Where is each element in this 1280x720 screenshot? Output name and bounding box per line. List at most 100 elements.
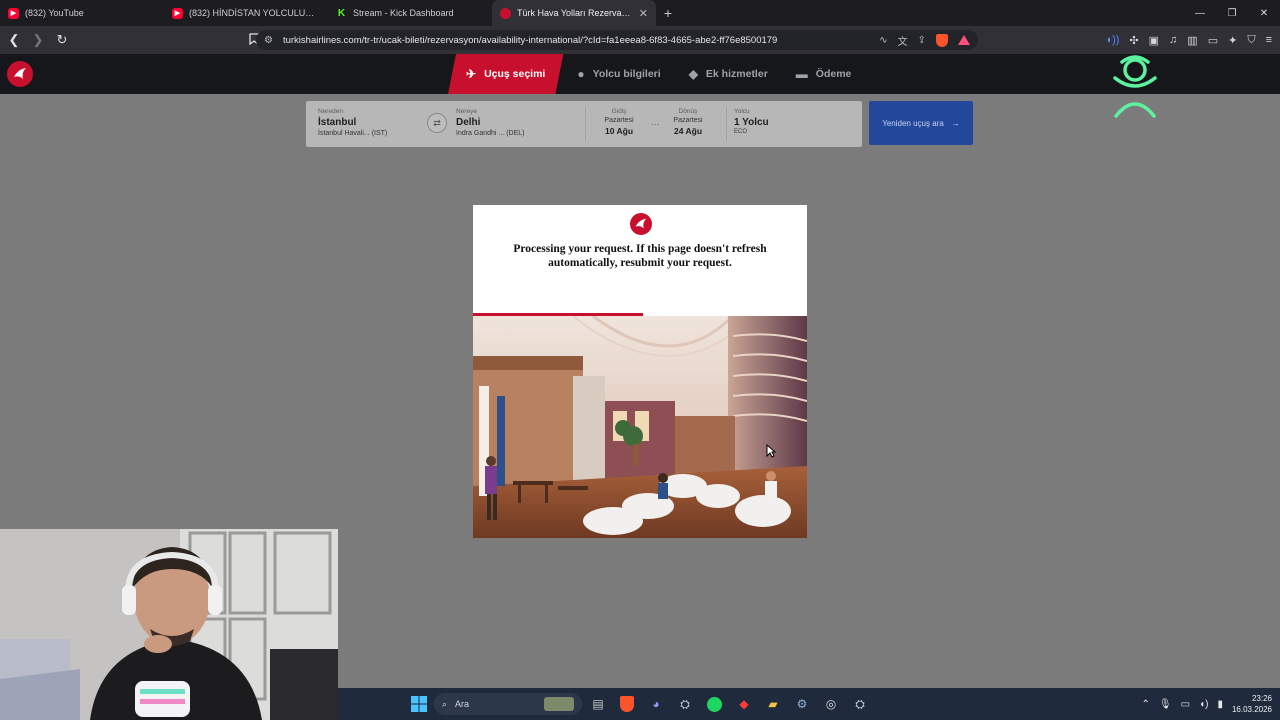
tab-label: (832) YouTube bbox=[25, 8, 84, 18]
passenger-field[interactable]: Yolcu 1 Yolcu ECO bbox=[734, 108, 769, 137]
tab-label: Türk Hava Yolları Rezervasyon De bbox=[517, 8, 633, 18]
volume-icon[interactable]: ◖) bbox=[1199, 699, 1208, 710]
swap-icon[interactable]: ⇄ bbox=[427, 113, 447, 133]
lounge-image bbox=[473, 316, 807, 538]
youtube-icon: ▶ bbox=[172, 7, 183, 19]
origin-field[interactable]: Nereden İstanbul İstanbul Havali... (IST… bbox=[318, 108, 387, 139]
clock[interactable]: 23:26 16.03.2026 bbox=[1232, 693, 1272, 715]
wallet-icon[interactable]: ▭ bbox=[1208, 34, 1218, 47]
turkish-airlines-logo[interactable] bbox=[7, 61, 33, 87]
reader-icon[interactable]: ∿ bbox=[879, 35, 887, 46]
tab-kick-dashboard[interactable]: K Stream - Kick Dashboard bbox=[328, 0, 492, 26]
extensions-icon[interactable]: ✣ bbox=[1129, 34, 1138, 47]
step-extras[interactable]: ◆ Ek hizmetler bbox=[675, 54, 782, 94]
divider bbox=[726, 107, 727, 141]
windows-taskbar: ⌕ Ara ▤ ◕ ⛭ ◆ ▰ ⚙ ◎ ⛭ ⌃ 🎙︎ ▭ ◖) ▮ 23:26 … bbox=[338, 688, 1280, 720]
back-button[interactable]: ❮ bbox=[4, 30, 24, 50]
audio-icon[interactable]: ◖)) bbox=[1105, 34, 1119, 46]
chevron-up-icon[interactable]: ⌃ bbox=[1142, 699, 1150, 710]
vpn-icon[interactable]: ⛉ bbox=[1247, 34, 1255, 47]
clock-date: 16.03.2026 bbox=[1231, 705, 1272, 714]
sidebar-icon[interactable]: ▥ bbox=[1187, 34, 1197, 47]
destination-label: Nereye bbox=[456, 108, 477, 115]
search-icon: ⌕ bbox=[442, 698, 448, 709]
close-window-icon[interactable]: ✕ bbox=[1248, 0, 1280, 26]
turkish-airlines-logo bbox=[630, 213, 652, 235]
cabin-class: ECO bbox=[734, 129, 748, 136]
brave-browser-icon[interactable] bbox=[617, 694, 637, 714]
step-label: Yolcu bilgileri bbox=[592, 68, 661, 80]
mouse-cursor-icon bbox=[766, 444, 776, 458]
translate-icon[interactable]: 文 bbox=[898, 33, 908, 48]
processing-message: Processing your request. If this page do… bbox=[513, 243, 767, 269]
site-settings-icon[interactable]: ⚙ bbox=[264, 35, 273, 46]
windows-start-icon[interactable] bbox=[409, 694, 429, 714]
settings-icon[interactable]: ⚙ bbox=[792, 694, 812, 714]
webcam-overlay bbox=[0, 529, 338, 720]
tab-label: Stream - Kick Dashboard bbox=[353, 8, 454, 18]
return-date-field[interactable]: Dönüş Pazartesi 24 Ağu bbox=[668, 108, 708, 137]
step-label: Ek hizmetler bbox=[705, 68, 768, 80]
minimize-icon[interactable]: — bbox=[1184, 0, 1216, 26]
app-red-diamond-icon[interactable]: ◆ bbox=[734, 694, 754, 714]
search-again-button[interactable]: Yeniden uçuş ara → bbox=[869, 101, 973, 145]
step-payment[interactable]: ▬ Ödeme bbox=[782, 54, 866, 94]
share-icon[interactable]: ⇪ bbox=[918, 35, 926, 46]
brave-shields-icon[interactable] bbox=[936, 33, 948, 47]
taskbar-search[interactable]: ⌕ Ara bbox=[434, 693, 582, 715]
spotify-icon[interactable] bbox=[704, 694, 724, 714]
kick-icon: K bbox=[337, 7, 346, 19]
tab-youtube-video[interactable]: ▶ (832) HİNDİSTAN YOLCULUĞU VE Hİ bbox=[164, 0, 328, 26]
return-day: Pazartesi bbox=[673, 117, 703, 125]
search-placeholder: Ara bbox=[455, 699, 470, 709]
plane-icon: ✈ bbox=[466, 67, 477, 81]
steam-icon[interactable]: ⛭ bbox=[850, 694, 870, 714]
battery-icon[interactable]: ▮ bbox=[1217, 699, 1223, 710]
media-icon[interactable]: ♫ bbox=[1169, 34, 1177, 46]
departure-date: 10 Ağu bbox=[604, 125, 634, 136]
flight-search-summary[interactable]: Nereden İstanbul İstanbul Havali... (IST… bbox=[306, 101, 862, 147]
card-icon: ▬ bbox=[795, 67, 808, 81]
destination-city: Delhi bbox=[456, 117, 481, 129]
steam-icon[interactable]: ⛭ bbox=[675, 694, 695, 714]
tab-youtube[interactable]: ▶ (832) YouTube bbox=[0, 0, 164, 26]
search-again-label: Yeniden uçuş ara bbox=[882, 118, 944, 128]
departure-day: Pazartesi bbox=[604, 117, 634, 125]
network-icon[interactable]: ▭ bbox=[1181, 699, 1190, 710]
destination-field[interactable]: Nereye Delhi Indra Gandhi ... (DEL) bbox=[456, 108, 525, 139]
leo-ai-icon[interactable]: ✦ bbox=[1228, 34, 1237, 47]
stream-mascot-icon bbox=[1113, 55, 1157, 118]
step-flight-selection[interactable]: ✈ Uçuş seçimi bbox=[448, 54, 563, 94]
step-passenger-info[interactable]: ● Yolcu bilgileri bbox=[563, 54, 674, 94]
origin-airport: İstanbul Havali... bbox=[318, 130, 370, 138]
step-label: Uçuş seçimi bbox=[484, 68, 546, 80]
person-icon: ● bbox=[577, 67, 585, 81]
origin-city: İstanbul bbox=[318, 117, 357, 129]
browser-tab-strip: ▶ (832) YouTube ▶ (832) HİNDİSTAN YOLCUL… bbox=[0, 0, 1280, 26]
close-tab-icon[interactable]: ✕ bbox=[639, 7, 648, 20]
tab-turkish-airlines[interactable]: Türk Hava Yolları Rezervasyon De ✕ bbox=[492, 0, 656, 26]
microphone-icon[interactable]: 🎙︎ bbox=[1159, 699, 1172, 710]
forward-button[interactable]: ❯ bbox=[28, 30, 48, 50]
departure-label: Gidiş bbox=[611, 108, 627, 115]
menu-icon[interactable]: ≡ bbox=[1266, 34, 1272, 46]
airline-header: ✈ Uçuş seçimi ● Yolcu bilgileri ◆ Ek hiz… bbox=[0, 54, 1280, 94]
reload-button[interactable]: ↻ bbox=[52, 30, 72, 50]
address-bar[interactable]: ⚙ turkishairlines.com/tr-tr/ucak-bileti/… bbox=[256, 30, 978, 50]
address-bar-icons: ∿ 文 ⇪ bbox=[879, 33, 970, 48]
clock-time: 23:26 bbox=[1251, 694, 1272, 703]
screen: ▶ (832) YouTube ▶ (832) HİNDİSTAN YOLCUL… bbox=[0, 0, 1280, 720]
url-text[interactable]: turkishairlines.com/tr-tr/ucak-bileti/re… bbox=[283, 35, 879, 46]
step-label: Ödeme bbox=[815, 68, 852, 80]
discord-icon[interactable]: ◕ bbox=[646, 694, 666, 714]
brave-rewards-icon[interactable] bbox=[958, 35, 970, 45]
task-view-icon[interactable]: ▤ bbox=[588, 694, 608, 714]
turkish-airlines-icon bbox=[500, 7, 511, 19]
restore-icon[interactable]: ❐ bbox=[1216, 0, 1248, 26]
screenshot-icon[interactable]: ▣ bbox=[1149, 34, 1159, 47]
file-explorer-icon[interactable]: ▰ bbox=[763, 694, 783, 714]
departure-date-field[interactable]: Gidiş Pazartesi 10 Ağu bbox=[599, 108, 639, 137]
obs-icon[interactable]: ◎ bbox=[821, 694, 841, 714]
new-tab-button[interactable]: + bbox=[656, 0, 680, 26]
toolbar-right-icons: ◖)) ✣ ▣ ♫ ▥ ▭ ✦ ⛉ ≡ bbox=[1105, 26, 1272, 54]
